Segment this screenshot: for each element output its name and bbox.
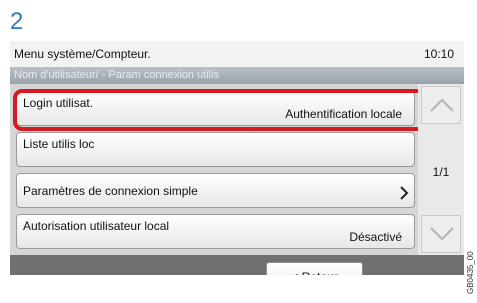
list-item-liste-utilis-loc[interactable]: Liste utilis loc bbox=[16, 132, 415, 167]
settings-list: Login utilisat. Authentification locale … bbox=[10, 84, 418, 255]
step-number: 2 bbox=[10, 8, 24, 35]
clock: 10:10 bbox=[423, 47, 454, 61]
list-item-login-utilisat[interactable]: Login utilisat. Authentification locale bbox=[16, 91, 415, 126]
menu-title: Menu système/Compteur. bbox=[14, 47, 151, 61]
list-item-connexion-simple[interactable]: Paramètres de connexion simple bbox=[16, 173, 415, 208]
breadcrumb-text: Nom d'utilisateur/ - Param connexion uti… bbox=[14, 69, 220, 81]
page-indicator: 1/1 bbox=[432, 165, 450, 179]
list-item-label: Login utilisat. bbox=[23, 96, 94, 110]
list-item-value: Désactivé bbox=[349, 230, 402, 244]
breadcrumb: Nom d'utilisateur/ - Param connexion uti… bbox=[10, 68, 464, 84]
title-bar: Menu système/Compteur. 10:10 bbox=[10, 41, 464, 68]
pager: 1/1 bbox=[418, 84, 464, 255]
list-item-value: Authentification locale bbox=[285, 107, 402, 121]
arrow-up-icon bbox=[430, 98, 454, 112]
list-item-autorisation[interactable]: Autorisation utilisateur local Désactivé bbox=[16, 214, 415, 249]
list-item-label: Autorisation utilisateur local bbox=[23, 219, 170, 233]
panel-screen: Menu système/Compteur. 10:10 Nom d'utili… bbox=[10, 41, 464, 275]
arrow-down-icon bbox=[430, 227, 454, 241]
scroll-down-button[interactable] bbox=[421, 215, 461, 253]
bottom-bar bbox=[10, 255, 464, 275]
back-button[interactable]: < Retour bbox=[266, 262, 363, 275]
image-code: GB0435_00 bbox=[466, 251, 475, 294]
chevron-right-icon bbox=[400, 186, 409, 200]
list-item-label: Liste utilis loc bbox=[23, 137, 95, 151]
list-item-label: Paramètres de connexion simple bbox=[23, 184, 198, 198]
scroll-up-button[interactable] bbox=[421, 86, 461, 124]
